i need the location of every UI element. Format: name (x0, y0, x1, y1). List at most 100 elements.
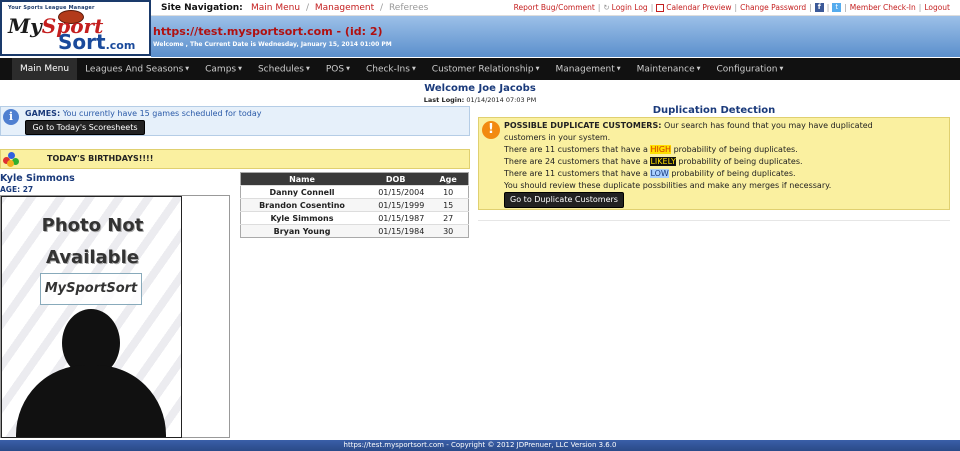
link-separator: | (650, 3, 654, 12)
nav-label: Schedules (257, 64, 304, 75)
facebook-icon[interactable]: f (814, 3, 824, 12)
main-nav: Main Menu Leagues And Seasons ▼ Camps ▼ Sc… (0, 58, 960, 80)
page: Your Sports League Manager MySport Sort.… (0, 0, 960, 451)
member-check-in-link[interactable]: Member Check-In (850, 3, 916, 12)
nav-check-ins[interactable]: Check-Ins ▼ (358, 58, 424, 80)
app-logo[interactable]: Your Sports League Manager MySport Sort.… (0, 0, 151, 56)
table-row[interactable]: Bryan Young 01/15/1984 30 (240, 224, 469, 238)
low-pre: There are 11 customers that have a (504, 169, 651, 178)
birthday-person-age: AGE: 27 (0, 185, 34, 194)
link-separator: | (734, 3, 738, 12)
caret-down-icon: ▼ (696, 66, 701, 72)
cell-dob: 01/15/1984 (363, 224, 429, 238)
top-links: Report Bug/Comment | ↻ Login Log | Calen… (514, 3, 950, 12)
birthdays-panel: TODAY'S BIRTHDAYS!!!! (0, 149, 470, 169)
nav-schedules[interactable]: Schedules ▼ (250, 58, 318, 80)
nav-management[interactable]: Management ▼ (547, 58, 628, 80)
login-log-link[interactable]: Login Log (612, 3, 648, 12)
high-pre: There are 11 customers that have a (504, 145, 651, 154)
breadcrumb-main-menu[interactable]: Main Menu (251, 3, 300, 13)
link-separator: | (844, 3, 847, 12)
duplication-low-line: There are 11 customers that have a LOW p… (504, 169, 796, 178)
cell-name: Kyle Simmons (240, 211, 364, 225)
top-strip: Site Navigation: Main Menu / Management … (151, 0, 960, 16)
nav-label: Configuration (716, 64, 778, 75)
caret-down-icon: ▼ (411, 66, 416, 72)
todays-scoresheets-button[interactable]: Go to Today's Scoresheets (25, 120, 145, 135)
nav-main-menu[interactable]: Main Menu (12, 58, 78, 80)
duplication-intro-text: Our search has found that you may have d… (661, 121, 873, 130)
nav-camps[interactable]: Camps ▼ (197, 58, 250, 80)
site-navigation-label: Site Navigation: (161, 3, 243, 13)
link-separator: | (826, 3, 830, 12)
nav-leagues-and-seasons[interactable]: Leagues And Seasons ▼ (77, 58, 197, 80)
caret-down-icon: ▼ (238, 66, 242, 72)
photo-placeholder-line2: Available (46, 247, 139, 268)
warning-icon: ! (482, 121, 500, 139)
caret-down-icon: ▼ (306, 66, 310, 72)
photo-frame: Photo Not Available MySportSort (0, 195, 230, 438)
logout-link[interactable]: Logout (924, 3, 950, 12)
nav-configuration[interactable]: Configuration ▼ (708, 58, 791, 80)
column-header-dob[interactable]: DOB (363, 172, 429, 186)
nav-label: Camps (205, 64, 237, 75)
cell-name: Bryan Young (240, 224, 364, 238)
caret-down-icon: ▼ (185, 66, 190, 72)
twitter-icon[interactable]: t (832, 3, 842, 12)
table-row[interactable]: Brandon Cosentino 01/15/1999 15 (240, 198, 469, 212)
caret-down-icon: ▼ (346, 66, 350, 72)
logo-tagline: Your Sports League Manager (8, 5, 95, 11)
change-password-link[interactable]: Change Password (740, 3, 806, 12)
column-header-age[interactable]: Age (428, 172, 469, 186)
info-icon: i (3, 109, 19, 125)
nav-label: POS (325, 64, 345, 75)
duplication-panel: ! POSSIBLE DUPLICATE CUSTOMERS: Our sear… (478, 117, 950, 210)
link-separator: | (597, 3, 601, 12)
logo-word-sort: Sort.com (58, 30, 136, 54)
table-row[interactable]: Danny Connell 01/15/2004 10 (240, 185, 469, 199)
games-message: You currently have 15 games scheduled fo… (62, 109, 262, 118)
nav-label: Maintenance (636, 64, 695, 75)
duplication-heading: POSSIBLE DUPLICATE CUSTOMERS: (504, 121, 662, 130)
site-url: https://test.mysportsort.com - (id: 2) (153, 25, 383, 38)
caret-down-icon: ▼ (779, 66, 784, 72)
likely-post: probability of being duplicates. (675, 157, 803, 166)
breadcrumb: Main Menu / Management / Referees (251, 3, 428, 13)
photo-not-available-image: Photo Not Available MySportSort (1, 196, 182, 438)
last-login-label: Last Login: (423, 96, 465, 104)
cell-age: 30 (428, 224, 469, 238)
duplication-title: Duplication Detection (652, 105, 776, 116)
duplicate-customers-button[interactable]: Go to Duplicate Customers (504, 192, 624, 208)
nav-label: Management (555, 64, 615, 75)
welcome-date: Welcome , The Current Date is Wednesday,… (153, 41, 392, 48)
cell-age: 15 (428, 198, 469, 212)
high-badge: HIGH (650, 145, 672, 154)
table-row[interactable]: Kyle Simmons 01/15/1987 27 (240, 211, 469, 225)
duplication-intro: POSSIBLE DUPLICATE CUSTOMERS: Our search… (504, 121, 873, 130)
games-panel: i GAMES: You currently have 15 games sch… (0, 106, 470, 136)
games-label: GAMES: (25, 109, 61, 118)
table-header-row: Name DOB Age (240, 172, 469, 186)
cell-dob: 01/15/1999 (363, 198, 429, 212)
breadcrumb-management[interactable]: Management (315, 3, 374, 13)
birthdays-table: Name DOB Age Danny Connell 01/15/2004 10… (240, 172, 469, 238)
nav-maintenance[interactable]: Maintenance ▼ (629, 58, 709, 80)
nav-customer-relationship[interactable]: Customer Relationship ▼ (424, 58, 548, 80)
report-bug-link[interactable]: Report Bug/Comment (514, 3, 595, 12)
likely-badge: LIKELY (650, 157, 676, 166)
header-band: https://test.mysportsort.com - (id: 2) W… (151, 16, 960, 57)
birthdays-title: TODAY'S BIRTHDAYS!!!! (47, 154, 154, 163)
duplication-high-line: There are 11 customers that have a HIGH … (504, 145, 798, 154)
cell-age: 10 (428, 185, 469, 199)
calendar-preview-link[interactable]: Calendar Preview (666, 3, 731, 12)
high-post: probability of being duplicates. (671, 145, 798, 154)
duplication-review-text: You should review these duplicate possbi… (504, 181, 832, 190)
nav-pos[interactable]: POS ▼ (318, 58, 358, 80)
games-text: GAMES: You currently have 15 games sched… (25, 109, 261, 118)
link-separator: | (918, 3, 922, 12)
birthday-person-name[interactable]: Kyle Simmons (0, 173, 75, 184)
nav-label: Customer Relationship (431, 64, 534, 75)
photo-watermark-logo: MySportSort (40, 273, 142, 305)
column-header-name[interactable]: Name (240, 172, 364, 186)
refresh-icon: ↻ (603, 3, 610, 12)
